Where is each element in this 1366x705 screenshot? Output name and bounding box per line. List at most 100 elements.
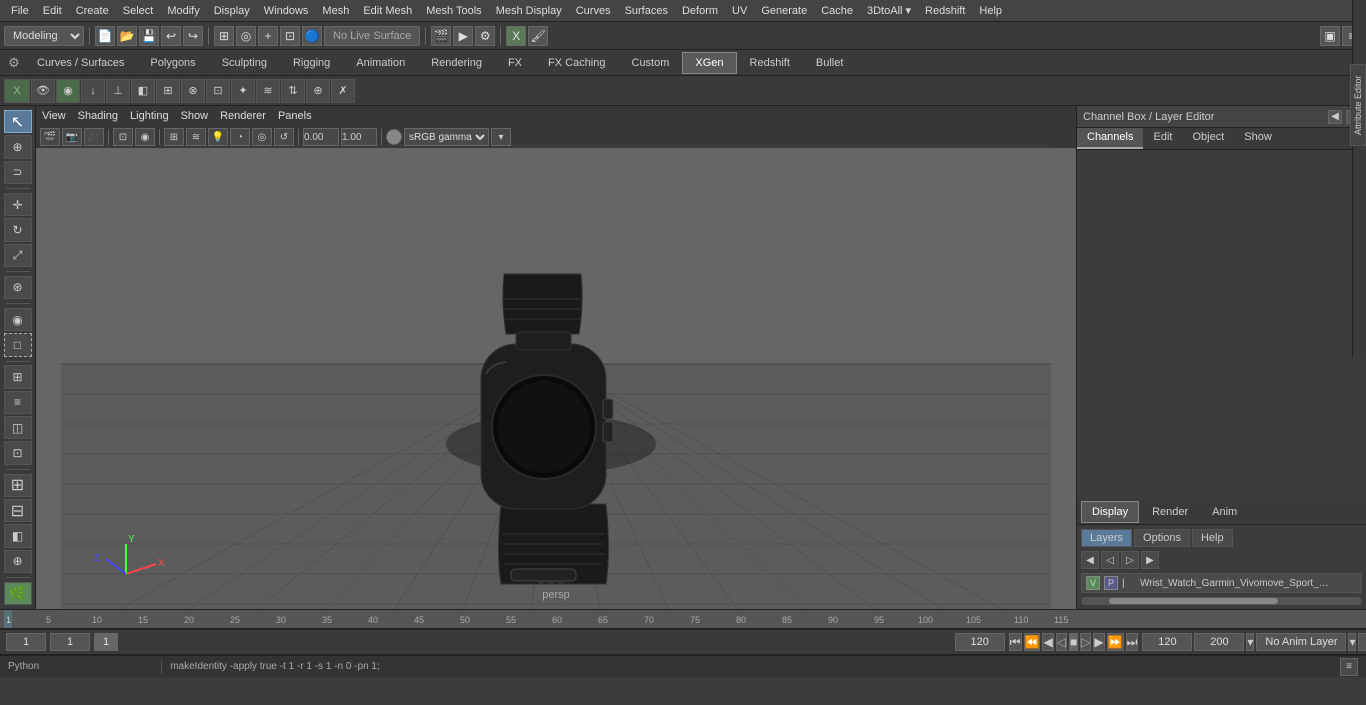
pb-prev-key[interactable]: ⏪ <box>1024 633 1041 651</box>
menu-mesh[interactable]: Mesh <box>315 3 356 19</box>
tab-redshift[interactable]: Redshift <box>737 52 803 74</box>
layers-nav-next2[interactable]: ▶ <box>1141 551 1159 569</box>
tab-bullet[interactable]: Bullet <box>803 52 857 74</box>
layer-item-default[interactable]: V P | Wrist_Watch_Garmin_Vivomove_Sport_… <box>1081 573 1362 593</box>
menu-select[interactable]: Select <box>116 3 161 19</box>
xgen-icon11[interactable]: ≋ <box>256 79 280 103</box>
attribute-editor-tab[interactable]: Attribute Editor <box>1350 64 1366 146</box>
max-frame-input[interactable] <box>1142 633 1192 651</box>
layers-nav-prev2[interactable]: ◁ <box>1101 551 1119 569</box>
vpt-grid[interactable]: ⊞ <box>164 128 184 146</box>
channel-tab-edit[interactable]: Edit <box>1143 128 1182 149</box>
tab-rendering[interactable]: Rendering <box>418 52 495 74</box>
pb-prev-frame[interactable]: ◀ <box>1042 633 1053 651</box>
menu-create[interactable]: Create <box>69 3 116 19</box>
pivot-btn[interactable]: ⊕ <box>4 550 32 573</box>
snap-grid-btn[interactable]: ⊞ <box>214 26 234 46</box>
xgen-icon8[interactable]: ⊗ <box>181 79 205 103</box>
menu-help[interactable]: Help <box>972 3 1009 19</box>
xgen-icon12[interactable]: ⇅ <box>281 79 305 103</box>
layers-nav-next[interactable]: ▷ <box>1121 551 1139 569</box>
open-btn[interactable]: 📂 <box>117 26 137 46</box>
snap-point-btn[interactable]: + <box>258 26 278 46</box>
layers-nav-prev[interactable]: ◀ <box>1081 551 1099 569</box>
xgen-icon3[interactable]: ◉ <box>56 79 80 103</box>
disp-tab-render[interactable]: Render <box>1141 501 1199 523</box>
tab-polygons[interactable]: Polygons <box>137 52 208 74</box>
rotate-btn[interactable]: ↻ <box>4 218 32 241</box>
xgen-icon9[interactable]: ⊡ <box>206 79 230 103</box>
render-settings-btn[interactable]: ⚙ <box>475 26 495 46</box>
anim-layer-input[interactable] <box>1256 633 1346 651</box>
tab-xgen[interactable]: XGen <box>682 52 736 74</box>
channel-tab-object[interactable]: Object <box>1182 128 1234 149</box>
layers-sub-tab-help[interactable]: Help <box>1192 529 1233 547</box>
menu-modify[interactable]: Modify <box>160 3 206 19</box>
select-tool-btn[interactable]: ↖ <box>4 110 32 133</box>
menu-windows[interactable]: Windows <box>257 3 316 19</box>
menu-edit[interactable]: Edit <box>36 3 69 19</box>
vpt-shadow[interactable]: ◔ <box>230 128 250 146</box>
pb-anim-arrow[interactable]: ▾ <box>1348 633 1356 651</box>
tab-fx[interactable]: FX <box>495 52 535 74</box>
vpt-light[interactable]: 💡 <box>208 128 228 146</box>
soft-select-btn[interactable]: ◉ <box>4 308 32 331</box>
xgen-icon5[interactable]: ⊥ <box>106 79 130 103</box>
pb-go-end[interactable]: ⏭ <box>1126 633 1139 651</box>
channel-tab-channels[interactable]: Channels <box>1077 128 1143 149</box>
char-set-input[interactable] <box>1358 633 1366 651</box>
tab-custom[interactable]: Custom <box>619 52 683 74</box>
rp-btn-prev[interactable]: ◀ <box>1328 110 1342 124</box>
menu-cache[interactable]: Cache <box>814 3 860 19</box>
new-btn[interactable]: 📄 <box>95 26 115 46</box>
pb-go-start[interactable]: ⏮ <box>1009 633 1022 651</box>
xgen-icon2[interactable]: 👁 <box>31 79 55 103</box>
mode-select[interactable]: Modeling <box>4 26 84 46</box>
menu-deform[interactable]: Deform <box>675 3 725 19</box>
live-surface-btn[interactable]: No Live Surface <box>324 26 420 46</box>
vpt-cam1[interactable]: 🎬 <box>40 128 60 146</box>
undo-btn[interactable]: ↩ <box>161 26 181 46</box>
plus-btn[interactable]: ⊞ <box>4 474 32 497</box>
menu-file[interactable]: File <box>4 3 36 19</box>
paint-btn[interactable]: 🖌 <box>528 26 548 46</box>
universal-btn[interactable]: ⊛ <box>4 276 32 299</box>
xgen-icon14[interactable]: ✗ <box>331 79 355 103</box>
xgen-leaf-btn[interactable]: 🌿 <box>4 582 32 605</box>
vp-menu-lighting[interactable]: Lighting <box>130 110 169 122</box>
menu-mesh-display[interactable]: Mesh Display <box>489 3 569 19</box>
vpt-cam3[interactable]: 🎥 <box>84 128 104 146</box>
vp-menu-shading[interactable]: Shading <box>78 110 118 122</box>
pb-next-key[interactable]: ⏩ <box>1107 633 1124 651</box>
channel-tab-show[interactable]: Show <box>1234 128 1282 149</box>
xgen-icon7[interactable]: ⊞ <box>156 79 180 103</box>
tab-fx-caching[interactable]: FX Caching <box>535 52 618 74</box>
tab-sculpting[interactable]: Sculpting <box>209 52 280 74</box>
pb-stop[interactable]: ■ <box>1069 633 1078 651</box>
vpt-shade[interactable]: ◉ <box>135 128 155 146</box>
pb-arrow-down[interactable]: ▾ <box>1246 633 1254 651</box>
redo-btn[interactable]: ↪ <box>183 26 203 46</box>
menu-mesh-tools[interactable]: Mesh Tools <box>419 3 488 19</box>
snap-surface-btn[interactable]: ⊡ <box>280 26 300 46</box>
scale-btn[interactable]: ⤢ <box>4 244 32 267</box>
disp-tab-display[interactable]: Display <box>1081 501 1139 523</box>
timeline-ruler[interactable]: 1 5 10 15 20 25 30 35 40 45 50 55 60 65 … <box>0 610 1366 628</box>
layers-scrollbar-thumb[interactable] <box>1109 598 1278 604</box>
status-script-btn[interactable]: ≡ <box>1340 658 1358 676</box>
vp-menu-renderer[interactable]: Renderer <box>220 110 266 122</box>
menu-curves[interactable]: Curves <box>569 3 618 19</box>
frame-indicator[interactable] <box>94 633 118 651</box>
snap-tools-btn[interactable]: ⊞ <box>4 365 32 388</box>
vpt-texture[interactable]: ≋ <box>186 128 206 146</box>
menu-edit-mesh[interactable]: Edit Mesh <box>356 3 419 19</box>
xgen-icon13[interactable]: ⊕ <box>306 79 330 103</box>
menu-surfaces[interactable]: Surfaces <box>618 3 675 19</box>
xgen-icon6[interactable]: ◧ <box>131 79 155 103</box>
xgen-icon4[interactable]: ↓ <box>81 79 105 103</box>
lasso-btn[interactable]: ⊃ <box>4 161 32 184</box>
vpt-cam2[interactable]: 📷 <box>62 128 82 146</box>
vp-menu-show[interactable]: Show <box>181 110 209 122</box>
pb-next-frame[interactable]: ▶ <box>1093 633 1104 651</box>
vp-menu-view[interactable]: View <box>42 110 66 122</box>
